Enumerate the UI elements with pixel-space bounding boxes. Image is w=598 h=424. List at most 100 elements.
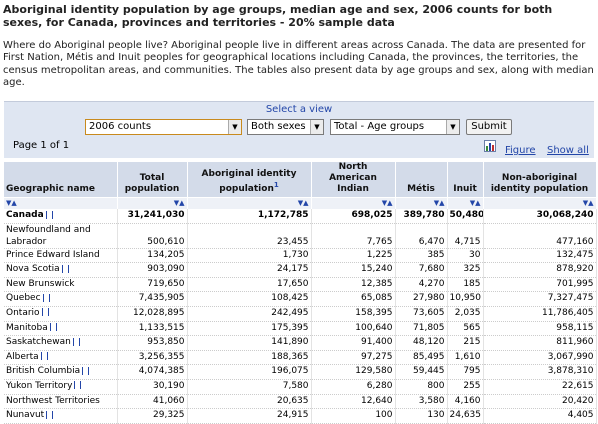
value-cell-aboriginal: 20,635 [187, 394, 312, 410]
value-cell-nai: 6,280 [311, 379, 396, 395]
info-icon[interactable] [41, 308, 49, 317]
geographic-name-cell: Ontario [4, 306, 118, 322]
table-row: Nova Scotia 903,090 24,175 15,240 7,680 325 87… [4, 262, 597, 278]
column-header-aboriginal-identity: Aboriginal identity population1 [187, 162, 312, 198]
column-header-north-american-indian: North American Indian [311, 162, 396, 198]
chevron-down-icon[interactable]: ▼ [446, 120, 459, 134]
geographic-name-cell: Manitoba [4, 321, 118, 337]
value-cell-total: 29,325 [117, 408, 188, 424]
sort-toggle-icon[interactable]: ▼▲ [447, 197, 484, 209]
geographic-name: New Brunswick [6, 278, 75, 289]
value-cell-inuit: 1,610 [447, 350, 484, 366]
column-header-metis: Métis [395, 162, 448, 198]
value-cell-inuit: 795 [447, 364, 484, 380]
value-cell-non: 132,475 [483, 248, 597, 264]
geographic-name: Quebec [6, 293, 41, 304]
value-cell-aboriginal: 175,395 [187, 321, 312, 337]
value-cell-metis: 7,680 [395, 262, 448, 278]
table-row: Quebec 7,435,905 108,425 65,085 27,980 10,950… [4, 291, 597, 307]
value-cell-nai: 698,025 [311, 209, 396, 224]
geographic-name: Prince Edward Island [6, 249, 100, 260]
show-all-link[interactable]: Show all [547, 145, 589, 156]
value-cell-aboriginal: 17,650 [187, 277, 312, 293]
value-cell-total: 4,074,385 [117, 364, 188, 380]
value-cell-non: 3,878,310 [483, 364, 597, 380]
sex-select[interactable]: Both sexes ▼ [247, 119, 324, 135]
sex-value: Both sexes [251, 121, 306, 132]
sort-toggle-icon[interactable]: ▼▲ [187, 197, 312, 209]
info-icon[interactable] [49, 323, 57, 332]
value-cell-non: 701,995 [483, 277, 597, 293]
info-icon[interactable] [45, 210, 53, 219]
value-cell-aboriginal: 108,425 [187, 291, 312, 307]
value-cell-metis: 71,805 [395, 321, 448, 337]
chart-icon[interactable] [484, 140, 496, 152]
table-row: Saskatchewan 953,850 141,890 91,400 48,120 21… [4, 335, 597, 351]
value-cell-aboriginal: 1,172,785 [187, 209, 312, 224]
age-group-select[interactable]: Total - Age groups ▼ [330, 119, 460, 135]
chevron-down-icon[interactable]: ▼ [228, 120, 241, 134]
chevron-down-icon[interactable]: ▼ [310, 120, 323, 134]
value-cell-total: 134,205 [117, 248, 188, 264]
table-row: Manitoba 1,133,515 175,395 100,640 71,805 565… [4, 321, 597, 337]
value-cell-non: 477,160 [483, 223, 597, 249]
value-cell-nai: 12,640 [311, 394, 396, 410]
value-cell-inuit: 255 [447, 379, 484, 395]
sort-toggle-icon[interactable]: ▼▲ [311, 197, 396, 209]
table-row: Newfoundland and Labrador 500,610 23,455 7,… [4, 223, 597, 249]
value-cell-total: 12,028,895 [117, 306, 188, 322]
info-icon[interactable] [82, 366, 90, 375]
table-row: British Columbia 4,074,385 196,075 129,580 5… [4, 364, 597, 380]
value-cell-nai: 100,640 [311, 321, 396, 337]
count-type-value: 2006 counts [89, 121, 152, 132]
value-cell-metis: 4,270 [395, 277, 448, 293]
value-cell-inuit: 4,160 [447, 394, 484, 410]
column-header-inuit: Inuit [447, 162, 484, 198]
view-controls-panel: Select a view 2006 counts ▼ Both sexes ▼… [4, 101, 594, 158]
value-cell-non: 22,615 [483, 379, 597, 395]
geographic-name-cell: Nunavut [4, 408, 118, 424]
footnote-link[interactable]: 1 [274, 181, 279, 189]
value-cell-metis: 27,980 [395, 291, 448, 307]
data-table: Geographic name Total population Aborigi… [4, 162, 597, 424]
count-type-select[interactable]: 2006 counts ▼ [85, 119, 242, 135]
info-icon[interactable] [72, 337, 80, 346]
geographic-name-cell: Alberta [4, 350, 118, 366]
info-icon[interactable] [40, 352, 48, 361]
value-cell-inuit: 2,035 [447, 306, 484, 322]
sort-toggle-icon[interactable]: ▼▲ [483, 197, 597, 209]
info-icon[interactable] [42, 293, 50, 302]
value-cell-total: 719,650 [117, 277, 188, 293]
sort-toggle-icon[interactable]: ▼▲ [117, 197, 188, 209]
sort-toggle-icon[interactable]: ▼▲ [4, 197, 118, 209]
value-cell-nai: 7,765 [311, 223, 396, 249]
geographic-name: Canada [6, 210, 44, 220]
geographic-name-cell: British Columbia [4, 364, 118, 380]
value-cell-metis: 389,780 [395, 209, 448, 224]
info-icon[interactable] [46, 410, 54, 419]
geographic-name: British Columbia [6, 366, 81, 377]
table-row: Ontario 12,028,895 242,495 158,395 73,605 2,0… [4, 306, 597, 322]
geographic-name-cell: Saskatchewan [4, 335, 118, 351]
value-cell-non: 878,920 [483, 262, 597, 278]
value-cell-total: 30,190 [117, 379, 188, 395]
value-cell-aboriginal: 23,455 [187, 223, 312, 249]
value-cell-aboriginal: 7,580 [187, 379, 312, 395]
submit-button[interactable]: Submit [466, 119, 512, 135]
info-icon[interactable] [74, 381, 82, 390]
value-cell-total: 7,435,905 [117, 291, 188, 307]
figure-link[interactable]: Figure [505, 145, 536, 156]
value-cell-nai: 15,240 [311, 262, 396, 278]
sort-toggle-icon[interactable]: ▼▲ [395, 197, 448, 209]
value-cell-aboriginal: 196,075 [187, 364, 312, 380]
geographic-name-cell: Newfoundland and Labrador [4, 223, 118, 249]
value-cell-total: 31,241,030 [117, 209, 188, 224]
table-row: Alberta 3,256,355 188,365 97,275 85,495 1,610… [4, 350, 597, 366]
value-cell-aboriginal: 141,890 [187, 335, 312, 351]
value-cell-metis: 3,580 [395, 394, 448, 410]
value-cell-metis: 385 [395, 248, 448, 264]
info-icon[interactable] [61, 264, 69, 273]
page-indicator: Page 1 of 1 [13, 140, 70, 151]
value-cell-aboriginal: 1,730 [187, 248, 312, 264]
geographic-name: Northwest Territories [6, 395, 100, 406]
